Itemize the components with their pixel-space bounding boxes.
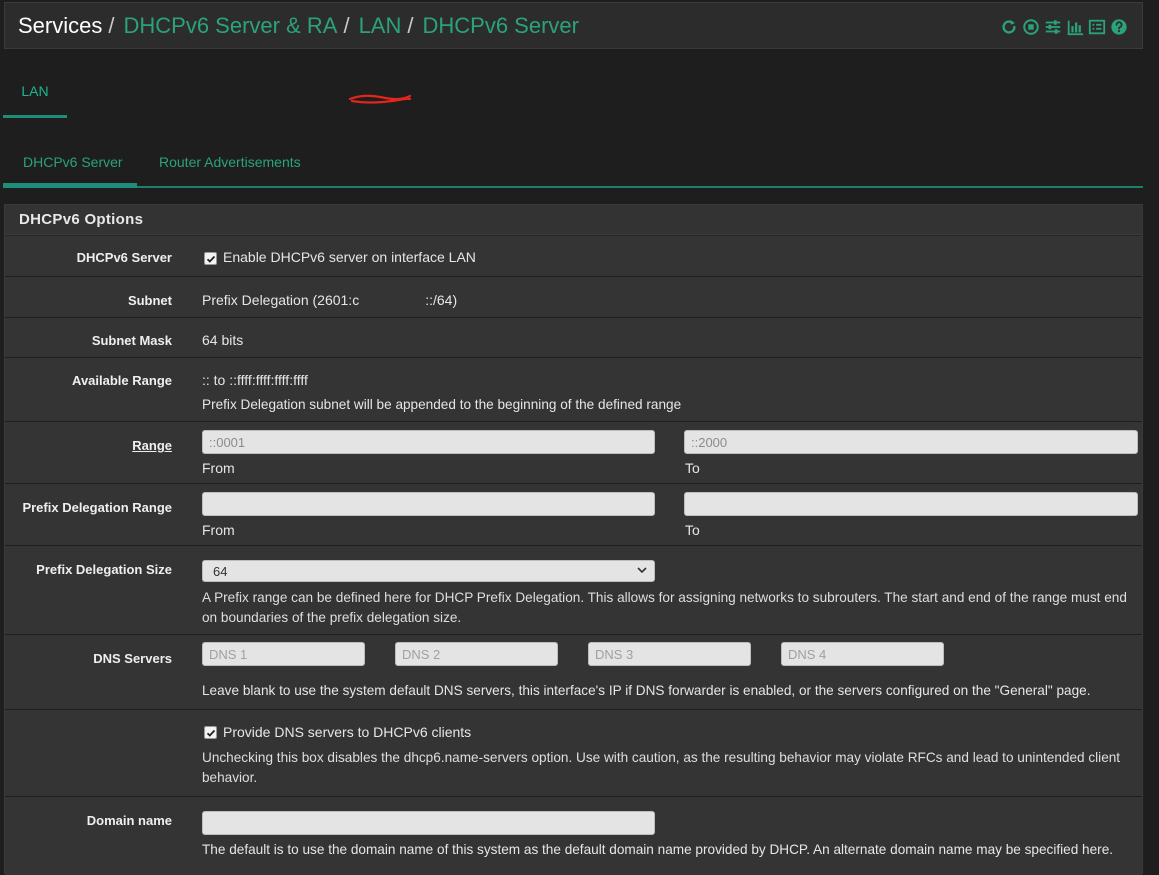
pd-range-from-input[interactable] bbox=[202, 492, 655, 516]
label-dhcpv6-server: DHCPv6 Server bbox=[76, 250, 172, 265]
enable-dhcpv6-checkbox[interactable] bbox=[204, 252, 217, 265]
row-available-range: Available Range :: to ::ffff:ffff:ffff:f… bbox=[5, 358, 1142, 422]
breadcrumb: Services / DHCPv6 Server & RA / LAN / DHCPv6 S… bbox=[18, 13, 579, 38]
dns4-input[interactable]: DNS 4 bbox=[781, 642, 944, 666]
provide-dns-checkbox[interactable] bbox=[204, 726, 217, 739]
range-to-label: To bbox=[685, 460, 700, 476]
provide-dns-help: Unchecking this box disables the dhcp6.n… bbox=[202, 750, 1121, 785]
range-from-label: From bbox=[202, 460, 235, 476]
row-provide-dns: Provide DNS servers to DHCPv6 clients Un… bbox=[5, 710, 1142, 797]
domain-name-help: The default is to use the domain name of… bbox=[202, 842, 1114, 857]
dns2-input[interactable]: DNS 2 bbox=[395, 642, 558, 666]
available-range-value: :: to ::ffff:ffff:ffff:ffff bbox=[202, 372, 308, 388]
list-icon[interactable] bbox=[1087, 17, 1106, 37]
sliders-icon[interactable] bbox=[1043, 17, 1062, 37]
header-toolbar bbox=[999, 17, 1128, 37]
reload-icon[interactable] bbox=[999, 17, 1018, 37]
breadcrumb-dhcpv6-server[interactable]: DHCPv6 Server bbox=[422, 13, 578, 38]
row-pd-range: Prefix Delegation Range From To bbox=[5, 484, 1142, 546]
label-range[interactable]: Range bbox=[132, 438, 172, 453]
tab-router-advertisements[interactable]: Router Advertisements bbox=[159, 154, 301, 170]
dhcpv6-options-panel: DHCPv6 Options DHCPv6 Server Enable DHCP… bbox=[4, 94, 1143, 875]
row-range: Range ::0001 ::2000 From To bbox=[5, 422, 1142, 484]
active-tab-indicator bbox=[3, 183, 137, 188]
stop-icon[interactable] bbox=[1021, 17, 1040, 37]
chart-icon[interactable] bbox=[1065, 17, 1084, 37]
available-range-help: Prefix Delegation subnet will be appende… bbox=[202, 397, 682, 412]
label-pd-range: Prefix Delegation Range bbox=[22, 500, 172, 515]
chevron-down-icon bbox=[637, 567, 647, 574]
label-available-range: Available Range bbox=[72, 373, 172, 388]
provide-dns-label: Provide DNS servers to DHCPv6 clients bbox=[223, 724, 472, 740]
breadcrumb-services: Services bbox=[18, 13, 103, 38]
subtab-bar: DHCPv6 Server Router Advertisements bbox=[3, 140, 1143, 188]
row-domain-name: Domain name The default is to use the do… bbox=[5, 797, 1142, 875]
label-domain-name: Domain name bbox=[86, 813, 172, 828]
pd-size-selected: 64 bbox=[213, 564, 228, 579]
breadcrumb-lan[interactable]: LAN bbox=[359, 13, 402, 38]
subnet-mask-value: 64 bits bbox=[202, 332, 244, 348]
range-from-input[interactable]: ::0001 bbox=[202, 430, 655, 454]
page-header: Services / DHCPv6 Server & RA / LAN / DHCPv6 S… bbox=[4, 2, 1143, 49]
range-to-input[interactable]: ::2000 bbox=[684, 430, 1138, 454]
enable-dhcpv6-label: Enable DHCPv6 server on interface LAN bbox=[223, 249, 476, 265]
pd-size-help: A Prefix range can be defined here for D… bbox=[202, 590, 1127, 625]
dns1-input[interactable]: DNS 1 bbox=[202, 642, 365, 666]
label-pd-size: Prefix Delegation Size bbox=[36, 562, 172, 577]
pd-range-to-input[interactable] bbox=[684, 492, 1138, 516]
dns3-input[interactable]: DNS 3 bbox=[588, 642, 751, 666]
breadcrumb-dhcpv6-ra[interactable]: DHCPv6 Server & RA bbox=[123, 13, 337, 38]
row-pd-size: Prefix Delegation Size 64 A Prefix range… bbox=[5, 546, 1142, 635]
row-dhcpv6-server: DHCPv6 Server Enable DHCPv6 server on in… bbox=[5, 236, 1142, 277]
help-icon[interactable] bbox=[1109, 17, 1128, 37]
label-dns-servers: DNS Servers bbox=[93, 651, 172, 666]
pd-range-to-label: To bbox=[685, 522, 700, 538]
redaction-scribble bbox=[348, 94, 412, 104]
row-dns-servers: DNS Servers DNS 1 DNS 2 DNS 3 DNS 4 Leav… bbox=[5, 635, 1142, 710]
subnet-value: Prefix Delegation (2601:c::/64) bbox=[202, 292, 458, 308]
tab-dhcpv6-server[interactable]: DHCPv6 Server bbox=[23, 154, 123, 170]
pd-range-from-label: From bbox=[202, 522, 235, 538]
domain-name-input[interactable] bbox=[202, 811, 655, 835]
label-subnet: Subnet bbox=[127, 293, 172, 308]
dns-servers-help: Leave blank to use the system default DN… bbox=[202, 683, 1091, 698]
tab-lan[interactable]: LAN bbox=[3, 70, 67, 118]
row-subnet: Subnet Prefix Delegation (2601:c::/64) bbox=[5, 94, 1142, 318]
panel-title: DHCPv6 Options bbox=[5, 205, 1142, 235]
label-subnet-mask: Subnet Mask bbox=[91, 333, 172, 348]
pd-size-select[interactable]: 64 bbox=[202, 560, 655, 582]
row-subnet-mask: Subnet Mask 64 bits bbox=[5, 318, 1142, 358]
